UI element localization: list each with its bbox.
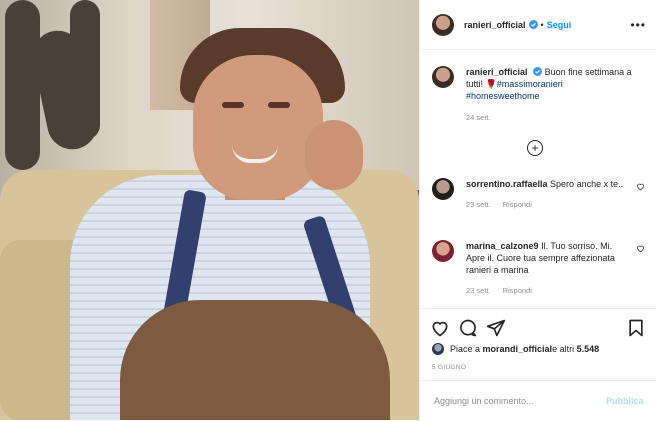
publish-button[interactable]: Pubblica — [606, 396, 644, 406]
plus-circle-icon[interactable]: + — [527, 140, 543, 156]
avatar[interactable] — [432, 178, 454, 200]
rose-emoji: 🌹 — [485, 79, 497, 89]
comment-meta: 23 sett. Rispondi — [466, 199, 626, 211]
caption-timestamp: 24 sett. — [466, 113, 491, 122]
comment-username[interactable]: sorrentino.raffaella — [466, 179, 548, 189]
instagram-post: ranieri_official • Segui ••• ranieri_off… — [0, 0, 656, 420]
photo-sculpture — [5, 0, 40, 170]
photo-sculpture — [70, 0, 100, 140]
reply-button[interactable]: Rispondi — [503, 286, 532, 295]
heart-icon[interactable] — [636, 244, 645, 253]
post-photo[interactable] — [0, 0, 419, 420]
avatar[interactable] — [432, 13, 454, 36]
photo-eye — [222, 102, 244, 108]
post-header: ranieri_official • Segui ••• — [420, 0, 656, 50]
separator-dot: • — [540, 19, 544, 30]
photo-pants — [120, 300, 390, 420]
photo-eye — [268, 102, 290, 108]
bookmark-icon[interactable] — [626, 318, 646, 338]
comment-timestamp: 23 sett. — [466, 286, 491, 295]
comment-icon[interactable] — [458, 318, 478, 338]
comment-timestamp: 23 sett. — [466, 200, 491, 209]
comment-meta: 23 sett. Rispondi — [466, 285, 626, 297]
avatar[interactable] — [432, 240, 454, 262]
caption-text: ranieri_official Buon fine settimana a t… — [466, 66, 641, 124]
hashtag-link[interactable]: #massimoranieri — [497, 79, 563, 89]
heart-icon[interactable] — [430, 318, 450, 338]
comment-username[interactable]: marina_calzone9 — [466, 241, 539, 251]
avatar[interactable] — [432, 66, 454, 88]
photo-face — [193, 55, 323, 200]
verified-badge-icon — [528, 20, 538, 29]
likes-count[interactable]: 5.548 — [577, 344, 600, 354]
likes-prefix: Piace a — [450, 344, 481, 354]
comment-item: sorrentino.raffaella Spero anche x te.. … — [432, 178, 647, 211]
share-icon[interactable] — [486, 318, 506, 338]
hashtag-link[interactable]: #homesweethome — [466, 91, 540, 101]
post-side-panel: ranieri_official • Segui ••• ranieri_off… — [419, 0, 656, 420]
post-date: 5 GIUGNO — [432, 364, 467, 371]
comment-body: Spero anche x te.. — [550, 179, 624, 189]
likes-mid: e altri — [552, 344, 575, 354]
comment-item: marina_calzone9 Il. Tuo sorriso. Mi. Apr… — [432, 240, 647, 297]
photo-hand — [305, 120, 363, 190]
likes-user-link[interactable]: morandi_official — [483, 344, 553, 354]
comment-input[interactable] — [432, 395, 596, 407]
verified-badge-icon — [533, 67, 543, 76]
comment-text: marina_calzone9 Il. Tuo sorriso. Mi. Apr… — [466, 240, 626, 297]
avatar[interactable] — [432, 343, 444, 355]
comment-text: sorrentino.raffaella Spero anche x te.. … — [466, 178, 626, 211]
add-comment-bar: Pubblica — [420, 380, 656, 421]
caption-username[interactable]: ranieri_official — [466, 67, 528, 77]
post-caption: ranieri_official Buon fine settimana a t… — [432, 66, 647, 124]
follow-button[interactable]: Segui — [547, 20, 572, 30]
likes-summary: Piace a morandi_official e altri 5.548 — [432, 343, 599, 355]
reply-button[interactable]: Rispondi — [503, 200, 532, 209]
more-icon[interactable]: ••• — [630, 18, 646, 32]
heart-icon[interactable] — [636, 182, 645, 191]
post-username[interactable]: ranieri_official — [464, 20, 526, 30]
